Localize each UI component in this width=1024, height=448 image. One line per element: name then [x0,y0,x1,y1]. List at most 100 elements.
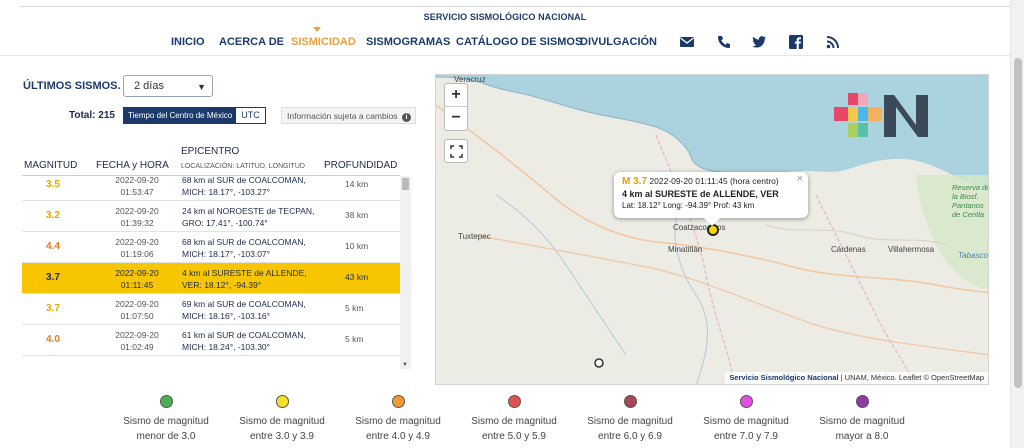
legend-line1: Sismo de magnitud [355,416,441,427]
row-epicenter-line2: MICH: 18.17°, -103.07° [182,249,271,259]
row-epicenter: 4 km al SURESTE de ALLENDE, VER: 18.12°, … [182,267,332,291]
legend-line2: entre 5.0 y 5.9 [482,431,546,442]
legend-line1: Sismo de magnitud [471,416,557,427]
row-date: 2022-09-20 [115,330,159,340]
legend-line2: menor de 3.0 [136,431,196,442]
row-epicenter: 61 km al SUR de COALCOMAN, MICH: 18.24°, … [182,329,332,353]
mail-icon[interactable] [679,34,695,50]
nav-sismicidad[interactable]: SISMICIDAD [291,36,356,48]
table-row[interactable]: 4.4 2022-09-20 01:19:06 68 km al SUR de COA… [22,232,400,263]
row-magnitude: 4.0 [46,334,60,345]
row-depth: 5 km [345,303,364,313]
row-time: 01:02:49 [120,342,154,352]
magnitude-dot-icon [623,395,637,408]
row-epicenter-line1: 68 km al SUR de COALCOMAN, [182,237,306,247]
magnitude-dot-icon [275,395,289,408]
row-datetime: 2022-09-20 01:11:45 [102,267,172,291]
legend-line1: Sismo de magnitud [703,416,789,427]
range-select[interactable]: 2 días ▼ [123,75,213,97]
magnitude-dot-icon [159,395,173,408]
table-row[interactable]: 3.5 2022-09-20 01:53:47 68 km al SUR de COA… [22,176,400,201]
table-row[interactable]: 3.2 2022-09-20 01:39:32 24 km al NOROESTE d… [22,201,400,232]
table-header: MAGNITUD FECHA y HORA EPICENTRO LOCALIZA… [22,140,400,176]
table-row[interactable]: 3.7 2022-09-20 01:11:45 4 km al SURESTE de … [22,263,400,294]
row-epicenter-line1: 61 km al SUR de COALCOMAN, [182,330,306,340]
col-epicenter-sub: LOCALIZACIÓN: LATITUD, LONGITUD [181,163,305,170]
col-depth[interactable]: PROFUNDIDAD [324,160,397,171]
row-epicenter: 69 km al SUR de COALCOMAN, MICH: 18.16°, … [182,298,332,322]
nav-acerca-de[interactable]: ACERCA DE [219,36,284,48]
rss-icon[interactable] [825,34,841,50]
row-epicenter: 68 km al SUR de COALCOMAN, MICH: 18.17°, … [182,236,332,260]
panel-title: ÚLTIMOS SISMOS. [23,80,121,92]
total-value: 215 [98,110,115,121]
row-magnitude: 4.4 [46,241,60,252]
total-count: Total: 215 [69,110,115,121]
row-time: 01:11:45 [120,280,154,290]
legend-line2: entre 3.0 y 3.9 [250,431,314,442]
row-epicenter-line2: MICH: 18.24°, -103.30° [182,342,271,352]
attribution-ssn-link[interactable]: Servicio Sismológico Nacional [729,373,838,382]
scroll-down-icon[interactable]: ▼ [402,362,408,368]
popup-coords: Lat: 18.12° Long: -94.39° Prof: 43 km [622,201,755,210]
magnitude-dot-icon [391,395,405,408]
table-row[interactable]: 3.7 2022-09-20 01:07:50 69 km al SUR de COA… [22,294,400,325]
col-magnitude[interactable]: MAGNITUD [24,160,77,171]
range-select-value: 2 días [134,80,164,92]
table-row[interactable]: 4.0 2022-09-20 01:02:49 61 km al SUR de COA… [22,325,400,356]
header-divider [20,6,1010,7]
legend-line2: entre 6.0 y 6.9 [598,431,662,442]
row-time: 01:39:32 [120,218,154,228]
phone-icon[interactable] [716,34,732,50]
nav-divulgacion[interactable]: DIVULGACIÓN [580,36,657,48]
quake-marker[interactable] [593,357,605,369]
page-scrollbar-thumb[interactable] [1014,58,1022,388]
legend-line2: mayor a 8.0 [835,431,889,442]
table-scrollbar-thumb[interactable] [402,178,409,190]
popup-time: 2022-09-20 01:11:45 (hora centro) [649,176,779,186]
row-depth: 43 km [345,272,369,282]
tz-utc-button[interactable]: UTC [236,108,265,123]
attribution-rest[interactable]: | UNAM, México. Leaflet © OpenStreetMap [839,373,984,382]
nav-inicio[interactable]: INICIO [171,36,205,48]
fullscreen-button[interactable] [444,139,468,163]
legend-item: Sismo de magnitud menor de 3.0 [116,395,216,444]
place-villahermosa: Villahermosa [888,245,935,254]
tz-central-button[interactable]: Tiempo del Centro de México [124,108,237,123]
close-icon[interactable]: × [797,173,803,185]
quakes-table: 3.5 2022-09-20 01:53:47 68 km al SUR de COA… [22,176,411,369]
legend-item: Sismo de magnitud entre 6.0 y 6.9 [580,395,680,444]
zoom-in-button[interactable]: + [445,84,467,107]
row-depth: 38 km [345,210,369,220]
quake-map[interactable]: + − Veracruz Tuxtepec Coatzacoalcos Mina… [435,74,989,385]
magnitude-dot-icon [855,395,869,408]
facebook-icon[interactable] [788,34,804,50]
twitter-icon[interactable] [751,34,767,50]
map-attribution: Servicio Sismológico Nacional | UNAM, Mé… [725,372,988,384]
row-time: 01:07:50 [120,311,154,321]
col-epicenter[interactable]: EPICENTRO [181,146,239,157]
legend-line1: Sismo de magnitud [819,416,905,427]
row-date: 2022-09-20 [115,268,159,278]
site-title[interactable]: SERVICIO SISMOLÓGICO NACIONAL [0,12,1010,22]
row-magnitude: 3.7 [46,272,60,283]
quake-popup: × M 3.7 2022-09-20 01:11:45 (hora centro… [614,172,808,226]
table-scrollbar[interactable]: ▲ ▼ [400,176,411,369]
info-icon: i [401,113,411,122]
nav-sismogramas[interactable]: SISMOGRAMAS [366,36,450,48]
col-datetime[interactable]: FECHA y HORA [96,160,169,171]
active-nav-caret [313,27,321,32]
row-epicenter-line1: 68 km al SUR de COALCOMAN, [182,176,306,185]
row-time: 01:19:06 [120,249,154,259]
row-epicenter: 68 km al SUR de COALCOMAN, MICH: 18.17°, … [182,176,332,198]
legend-item: Sismo de magnitud entre 3.0 y 3.9 [232,395,332,444]
page-scrollbar[interactable] [1010,0,1024,448]
place-veracruz: Veracruz [454,75,486,84]
row-magnitude: 3.5 [46,179,60,190]
nav-catalogo[interactable]: CATÁLOGO DE SISMOS [456,36,582,48]
place-tuxtepec: Tuxtepec [458,232,491,241]
row-epicenter-line1: 4 km al SURESTE de ALLENDE, [182,268,307,278]
popup-location: 4 km al SURESTE de ALLENDE, VER [622,189,779,199]
place-tabasco: Tabasco [958,251,988,260]
zoom-out-button[interactable]: − [445,107,467,130]
